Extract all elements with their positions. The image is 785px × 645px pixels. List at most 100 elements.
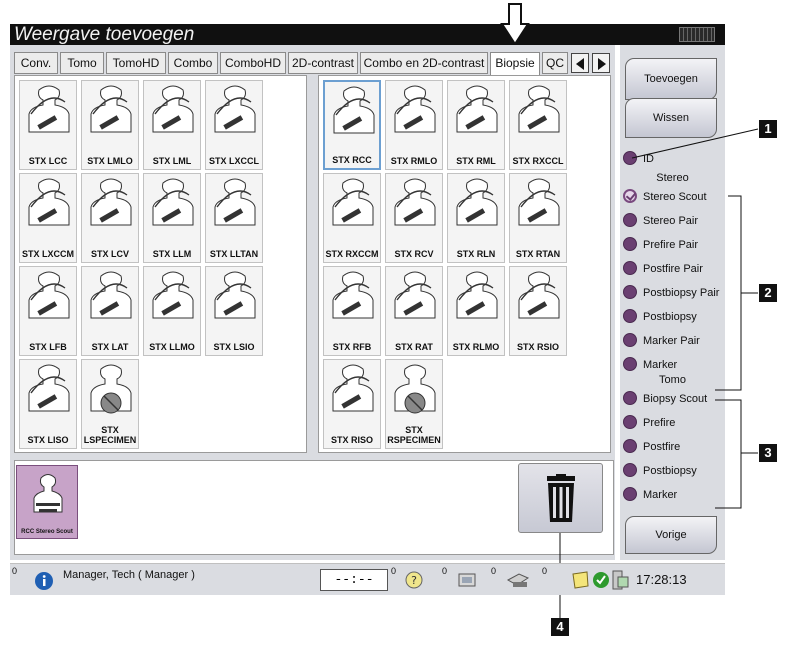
- view-label: STX LSPECIMEN: [83, 425, 137, 445]
- view-thumbnail[interactable]: STX LMLO: [81, 80, 139, 170]
- view-thumbnail[interactable]: STX LFB: [19, 266, 77, 356]
- view-thumbnail[interactable]: STX RML: [447, 80, 505, 170]
- callout-1: 1: [759, 120, 777, 138]
- breast-compression-cc-icon: [333, 86, 375, 134]
- tab-scroll-right-icon[interactable]: [592, 53, 610, 73]
- tab-combohd[interactable]: ComboHD: [220, 52, 286, 74]
- view-thumbnail[interactable]: STX LLTAN: [205, 173, 263, 263]
- breast-compression-fb-icon: [332, 271, 374, 319]
- view-thumbnail[interactable]: STX RISO: [323, 359, 381, 449]
- view-thumbnail[interactable]: STX RMLO: [385, 80, 443, 170]
- tab-tomo[interactable]: Tomo: [60, 52, 104, 74]
- output-queue-icon[interactable]: [455, 570, 479, 590]
- added-view-label: RCC Stereo Scout: [21, 529, 73, 535]
- view-thumbnail[interactable]: STX LLMO: [143, 266, 201, 356]
- radio-icon: [623, 439, 637, 453]
- view-thumbnail[interactable]: STX RCV: [385, 173, 443, 263]
- tab-2d-contrast[interactable]: 2D-contrast: [288, 52, 358, 74]
- queue-count: 0: [442, 566, 448, 576]
- breast-compression-lm-icon: [152, 178, 194, 226]
- callout-3: 3: [759, 444, 777, 462]
- breast-compression-ml-icon: [152, 85, 194, 133]
- option-label: Postfire: [643, 441, 681, 453]
- breast-compression-xccl-icon: [214, 85, 256, 133]
- view-thumbnail[interactable]: STX LXCCM: [19, 173, 77, 263]
- view-thumbnail[interactable]: STX LLM: [143, 173, 201, 263]
- added-view-tile[interactable]: RCC Stereo Scout: [16, 465, 78, 539]
- help-icon[interactable]: ?: [405, 571, 423, 589]
- callout-4: 4: [551, 618, 569, 636]
- system-ok-icon[interactable]: [592, 571, 610, 589]
- breast-compression-xccl-icon: [518, 85, 560, 133]
- notes-icon[interactable]: [570, 570, 590, 590]
- add-button[interactable]: Toevoegen: [625, 58, 717, 100]
- view-thumbnail[interactable]: STX LXCCL: [205, 80, 263, 170]
- title-bar: Weergave toevoegen: [10, 24, 725, 45]
- view-label: STX RTAN: [515, 249, 561, 259]
- stereo-header: Stereo: [656, 172, 689, 184]
- window-title: Weergave toevoegen: [14, 24, 195, 45]
- exposure-timer: --:--: [320, 569, 388, 591]
- view-thumbnail[interactable]: STX LCC: [19, 80, 77, 170]
- radio-icon: [623, 487, 637, 501]
- view-label: STX LAT: [91, 342, 129, 352]
- printer-icon[interactable]: [505, 570, 531, 590]
- radio-icon: [623, 285, 637, 299]
- breast-compression-ml-icon: [456, 85, 498, 133]
- view-label: STX RAT: [395, 342, 433, 352]
- tab-conv[interactable]: Conv.: [14, 52, 58, 74]
- tab-tomohd[interactable]: TomoHD: [106, 52, 166, 74]
- radio-icon: [623, 213, 637, 227]
- view-thumbnail[interactable]: STX RXCCL: [509, 80, 567, 170]
- option-label: Prefire Pair: [643, 239, 699, 251]
- back-button[interactable]: Vorige: [625, 516, 717, 554]
- breast-compression-sio-icon: [518, 271, 560, 319]
- help-count: 0: [391, 566, 397, 576]
- radio-icon: [623, 237, 637, 251]
- view-thumbnail[interactable]: STX RLMO: [447, 266, 505, 356]
- breast-compression-fb-icon: [28, 271, 70, 319]
- computer-icon[interactable]: [610, 569, 630, 591]
- view-label: STX LISO: [27, 435, 69, 445]
- view-thumbnail[interactable]: STX LSPECIMEN: [81, 359, 139, 449]
- tab-combo-2d-contrast[interactable]: Combo en 2D-contrast: [360, 52, 488, 74]
- view-label: STX LLMO: [149, 342, 195, 352]
- breast-compression-lm-icon: [456, 178, 498, 226]
- view-thumbnail[interactable]: STX LCV: [81, 173, 139, 263]
- view-thumbnail[interactable]: STX RFB: [323, 266, 381, 356]
- tab-biopsie[interactable]: Biopsie: [490, 52, 540, 76]
- view-thumbnail[interactable]: STX RAT: [385, 266, 443, 356]
- delete-view-button[interactable]: [518, 463, 603, 533]
- view-thumbnail[interactable]: STX LAT: [81, 266, 139, 356]
- breast-compression-cc-icon: [33, 474, 63, 513]
- option-label: Marker: [643, 359, 678, 371]
- option-label: Postbiopsy: [643, 465, 697, 477]
- right-views-panel: STX RCC STX RMLO STX RML STX RXCCL STX RXCCM…: [318, 75, 611, 453]
- current-user: Manager, Tech ( Manager ): [63, 569, 195, 581]
- tab-qc[interactable]: QC: [542, 52, 568, 74]
- radio-icon: [623, 357, 637, 371]
- info-icon[interactable]: [34, 571, 54, 591]
- tab-combo[interactable]: Combo: [168, 52, 218, 74]
- radio-icon: [623, 333, 637, 347]
- clear-button[interactable]: Wissen: [625, 98, 717, 138]
- view-thumbnail[interactable]: STX LISO: [19, 359, 77, 449]
- view-label: STX RISO: [330, 435, 373, 445]
- view-label: STX LCV: [90, 249, 129, 259]
- breast-compression-lat-icon: [90, 271, 132, 319]
- view-thumbnail[interactable]: STX RSPECIMEN: [385, 359, 443, 449]
- view-thumbnail[interactable]: STX LSIO: [205, 266, 263, 356]
- breast-compression-xccm-icon: [28, 178, 70, 226]
- window-grip-icon[interactable]: [679, 27, 715, 42]
- view-label: STX LXCCM: [21, 249, 74, 259]
- view-thumbnail[interactable]: STX RSIO: [509, 266, 567, 356]
- view-thumbnail[interactable]: STX RTAN: [509, 173, 567, 263]
- breast-compression-iso-icon: [332, 364, 374, 412]
- view-thumbnail[interactable]: STX LML: [143, 80, 201, 170]
- view-label: STX LLM: [152, 249, 192, 259]
- view-thumbnail[interactable]: STX RXCCM: [323, 173, 381, 263]
- view-thumbnail[interactable]: STX RLN: [447, 173, 505, 263]
- view-thumbnail[interactable]: STX RCC: [323, 80, 381, 170]
- tab-scroll-left-icon[interactable]: [571, 53, 589, 73]
- option-label: Prefire: [643, 417, 676, 429]
